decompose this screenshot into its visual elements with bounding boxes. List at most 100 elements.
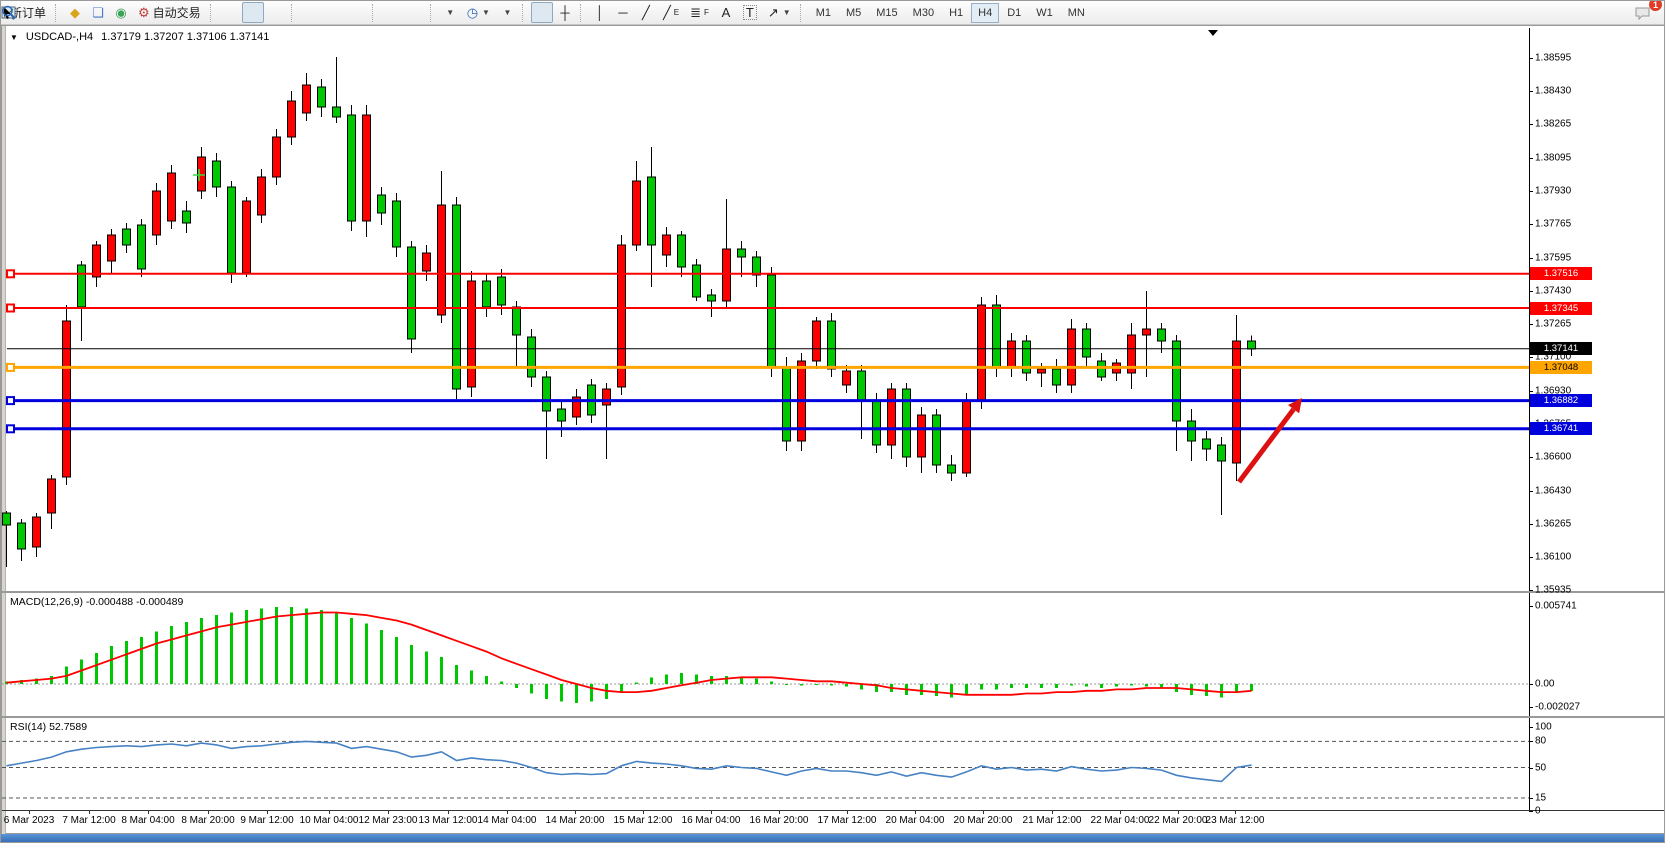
indicators-button[interactable]: ▼ — [439, 2, 461, 23]
candle-bullish[interactable] — [603, 389, 611, 405]
candle-bearish[interactable] — [648, 177, 656, 245]
vertical-line-tool-button[interactable]: │ — [589, 2, 611, 23]
candle-bearish[interactable] — [1053, 369, 1061, 385]
candle-bearish[interactable] — [543, 377, 551, 411]
candle-bearish[interactable] — [318, 87, 326, 107]
line-drag-handle[interactable] — [7, 425, 14, 432]
timeframe-button-h4[interactable]: H4 — [971, 3, 999, 23]
candle-bullish[interactable] — [363, 115, 371, 221]
arrows-tool-button[interactable]: ↗▼ — [763, 2, 796, 23]
candle-bearish[interactable] — [768, 275, 776, 367]
scroll-to-end-marker[interactable] — [1208, 30, 1218, 36]
candle-bearish[interactable] — [228, 187, 236, 273]
signals-button[interactable]: ◉ — [110, 2, 132, 23]
candle-bullish[interactable] — [153, 191, 161, 235]
channel-tool-button[interactable]: ╱E — [658, 2, 684, 23]
timeframe-button-h1[interactable]: H1 — [942, 3, 970, 23]
candle-bullish[interactable] — [663, 235, 671, 255]
candle-bearish[interactable] — [1248, 341, 1256, 349]
line-drag-handle[interactable] — [7, 397, 14, 404]
candle-bullish[interactable] — [423, 253, 431, 271]
candle-bullish[interactable] — [63, 321, 71, 477]
tile-windows-button[interactable] — [346, 2, 368, 23]
timeframe-button-m15[interactable]: M15 — [869, 3, 904, 23]
templates-button[interactable]: ▼ — [496, 2, 518, 23]
timeframe-button-m30[interactable]: M30 — [906, 3, 941, 23]
candle-bullish[interactable] — [963, 401, 971, 473]
candle-bearish[interactable] — [1098, 361, 1106, 377]
candle-bullish[interactable] — [813, 321, 821, 361]
horizontal-line-tool-button[interactable]: ─ — [612, 2, 634, 23]
candle-bullish[interactable] — [48, 479, 56, 513]
autotrade-button[interactable]: ⚙ 自动交易 — [133, 2, 206, 23]
candle-bearish[interactable] — [513, 307, 521, 335]
bar-chart-button[interactable] — [219, 2, 241, 23]
candle-bullish[interactable] — [108, 235, 116, 261]
candle-bearish[interactable] — [483, 281, 491, 307]
candle-bearish[interactable] — [453, 205, 461, 389]
candle-bearish[interactable] — [333, 107, 341, 117]
text-tool-button[interactable]: A — [715, 2, 737, 23]
candle-bullish[interactable] — [258, 177, 266, 215]
candle-bearish[interactable] — [858, 371, 866, 401]
candle-bearish[interactable] — [1083, 329, 1091, 357]
timeframe-button-m1[interactable]: M1 — [809, 3, 838, 23]
candle-bearish[interactable] — [1203, 439, 1211, 449]
candle-bearish[interactable] — [1158, 329, 1166, 341]
rsi-panel[interactable] — [2, 718, 1529, 810]
line-chart-button[interactable] — [265, 2, 287, 23]
zoom-in-button[interactable] — [300, 2, 322, 23]
candle-bullish[interactable] — [303, 85, 311, 113]
candle-bullish[interactable] — [93, 245, 101, 277]
candle-bullish[interactable] — [888, 389, 896, 445]
zoom-out-button[interactable] — [323, 2, 345, 23]
timeframe-button-mn[interactable]: MN — [1061, 3, 1092, 23]
candle-bearish[interactable] — [873, 401, 881, 445]
candle-bearish[interactable] — [378, 195, 386, 213]
cursor-tool-button[interactable] — [531, 2, 553, 23]
candle-bearish[interactable] — [678, 235, 686, 267]
candle-bearish[interactable] — [1218, 445, 1226, 461]
candle-bearish[interactable] — [18, 523, 26, 549]
candle-bearish[interactable] — [1173, 341, 1181, 421]
candle-bearish[interactable] — [708, 295, 716, 301]
chart-shift-button[interactable] — [404, 2, 426, 23]
candle-bullish[interactable] — [1008, 341, 1016, 367]
candle-bullish[interactable] — [618, 245, 626, 387]
candle-bullish[interactable] — [438, 205, 446, 315]
candle-bullish[interactable] — [843, 371, 851, 385]
data-window-button[interactable]: ❏ — [87, 2, 109, 23]
candle-bearish[interactable] — [828, 321, 836, 369]
candlestick-chart-button[interactable] — [242, 2, 264, 23]
candle-bullish[interactable] — [1068, 329, 1076, 385]
candle-bullish[interactable] — [468, 281, 476, 387]
candle-bearish[interactable] — [738, 249, 746, 257]
candle-bearish[interactable] — [348, 115, 356, 221]
candle-bearish[interactable] — [528, 337, 536, 377]
text-label-tool-button[interactable]: T — [738, 2, 762, 23]
candle-bearish[interactable] — [408, 247, 416, 339]
main-macd-splitter[interactable] — [2, 591, 1665, 593]
trend-arrow-annotation[interactable] — [1239, 409, 1294, 482]
candle-bearish[interactable] — [1188, 421, 1196, 441]
search-button[interactable] — [1606, 2, 1628, 23]
market-watch-button[interactable]: ◆ — [64, 2, 86, 23]
timeframe-button-m5[interactable]: M5 — [839, 3, 868, 23]
candle-bearish[interactable] — [138, 225, 146, 269]
auto-scroll-button[interactable] — [381, 2, 403, 23]
candle-bullish[interactable] — [633, 181, 641, 245]
timeframe-button-w1[interactable]: W1 — [1029, 3, 1060, 23]
candle-bearish[interactable] — [78, 265, 86, 307]
candle-bearish[interactable] — [393, 201, 401, 247]
candle-bullish[interactable] — [243, 201, 251, 273]
candle-bullish[interactable] — [918, 415, 926, 457]
candle-bearish[interactable] — [948, 465, 956, 473]
line-drag-handle[interactable] — [7, 270, 14, 277]
line-drag-handle[interactable] — [7, 305, 14, 312]
candle-bullish[interactable] — [723, 249, 731, 301]
fibonacci-tool-button[interactable]: ≣F — [685, 2, 714, 23]
notifications-button[interactable]: 1 — [1634, 2, 1656, 23]
macd-rsi-splitter[interactable] — [2, 716, 1665, 718]
candle-bullish[interactable] — [1143, 329, 1151, 335]
candle-bearish[interactable] — [498, 277, 506, 305]
